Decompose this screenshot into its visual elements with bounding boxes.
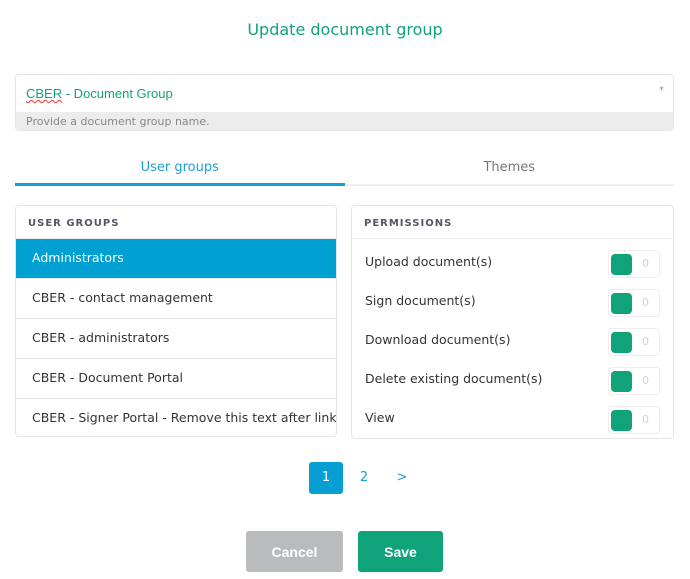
permission-label: Upload document(s) bbox=[365, 254, 493, 269]
user-groups-header: USER GROUPS bbox=[16, 206, 336, 239]
page-1-button[interactable]: 1 bbox=[309, 462, 343, 494]
toggle-label: 0 bbox=[642, 335, 649, 348]
permission-row: Delete existing document(s) 0 bbox=[352, 360, 673, 399]
toggle-label: 0 bbox=[642, 374, 649, 387]
user-group-item[interactable]: CBER - Document Portal bbox=[16, 359, 336, 399]
user-groups-panel: USER GROUPS Administrators CBER - contac… bbox=[15, 205, 337, 437]
user-group-item[interactable]: CBER - administrators bbox=[16, 319, 336, 359]
toggle-label: 0 bbox=[642, 296, 649, 309]
permission-toggle[interactable]: 0 bbox=[608, 328, 660, 356]
toggle-knob bbox=[611, 254, 632, 275]
permission-toggle[interactable]: 0 bbox=[608, 406, 660, 434]
permission-row: Upload document(s) 0 bbox=[352, 243, 673, 282]
pagination: 1 2 > bbox=[309, 462, 419, 494]
dialog-title: Update document group bbox=[247, 20, 443, 39]
group-name-field[interactable]: CBER - Document Group * Provide a docume… bbox=[15, 74, 674, 131]
permission-label: View bbox=[365, 410, 395, 425]
page-2-button[interactable]: 2 bbox=[347, 462, 381, 494]
group-name-input[interactable]: CBER - Document Group bbox=[16, 75, 673, 112]
toggle-knob bbox=[611, 371, 632, 392]
toggle-knob bbox=[611, 332, 632, 353]
next-page-button[interactable]: > bbox=[385, 462, 419, 494]
permission-toggle[interactable]: 0 bbox=[608, 367, 660, 395]
tab-themes[interactable]: Themes bbox=[345, 150, 675, 184]
tab-bar: User groups Themes bbox=[15, 150, 674, 186]
permission-toggle[interactable]: 0 bbox=[608, 289, 660, 317]
user-group-item[interactable]: CBER - contact management bbox=[16, 279, 336, 319]
permission-row: View 0 bbox=[352, 399, 673, 438]
tab-user-groups[interactable]: User groups bbox=[15, 150, 345, 186]
permission-label: Download document(s) bbox=[365, 332, 511, 347]
permission-toggle[interactable]: 0 bbox=[608, 250, 660, 278]
toggle-knob bbox=[611, 293, 632, 314]
value-rest: - Document Group bbox=[62, 86, 173, 101]
save-button[interactable]: Save bbox=[358, 531, 443, 572]
required-marker: * bbox=[659, 85, 664, 96]
user-group-item[interactable]: Administrators bbox=[16, 239, 336, 279]
cancel-button[interactable]: Cancel bbox=[246, 531, 343, 572]
value-prefix: CBER bbox=[26, 86, 63, 101]
field-hint: Provide a document group name. bbox=[16, 112, 673, 130]
toggle-knob bbox=[611, 410, 632, 431]
permissions-header: PERMISSIONS bbox=[352, 206, 673, 239]
permission-row: Sign document(s) 0 bbox=[352, 282, 673, 321]
permission-row: Download document(s) 0 bbox=[352, 321, 673, 360]
toggle-label: 0 bbox=[642, 413, 649, 426]
permission-label: Sign document(s) bbox=[365, 293, 476, 308]
user-group-item[interactable]: CBER - Signer Portal - Remove this text … bbox=[16, 399, 336, 436]
toggle-label: 0 bbox=[642, 257, 649, 270]
permission-label: Delete existing document(s) bbox=[365, 371, 543, 386]
permissions-panel: PERMISSIONS Upload document(s) 0 Sign doc… bbox=[351, 205, 674, 439]
